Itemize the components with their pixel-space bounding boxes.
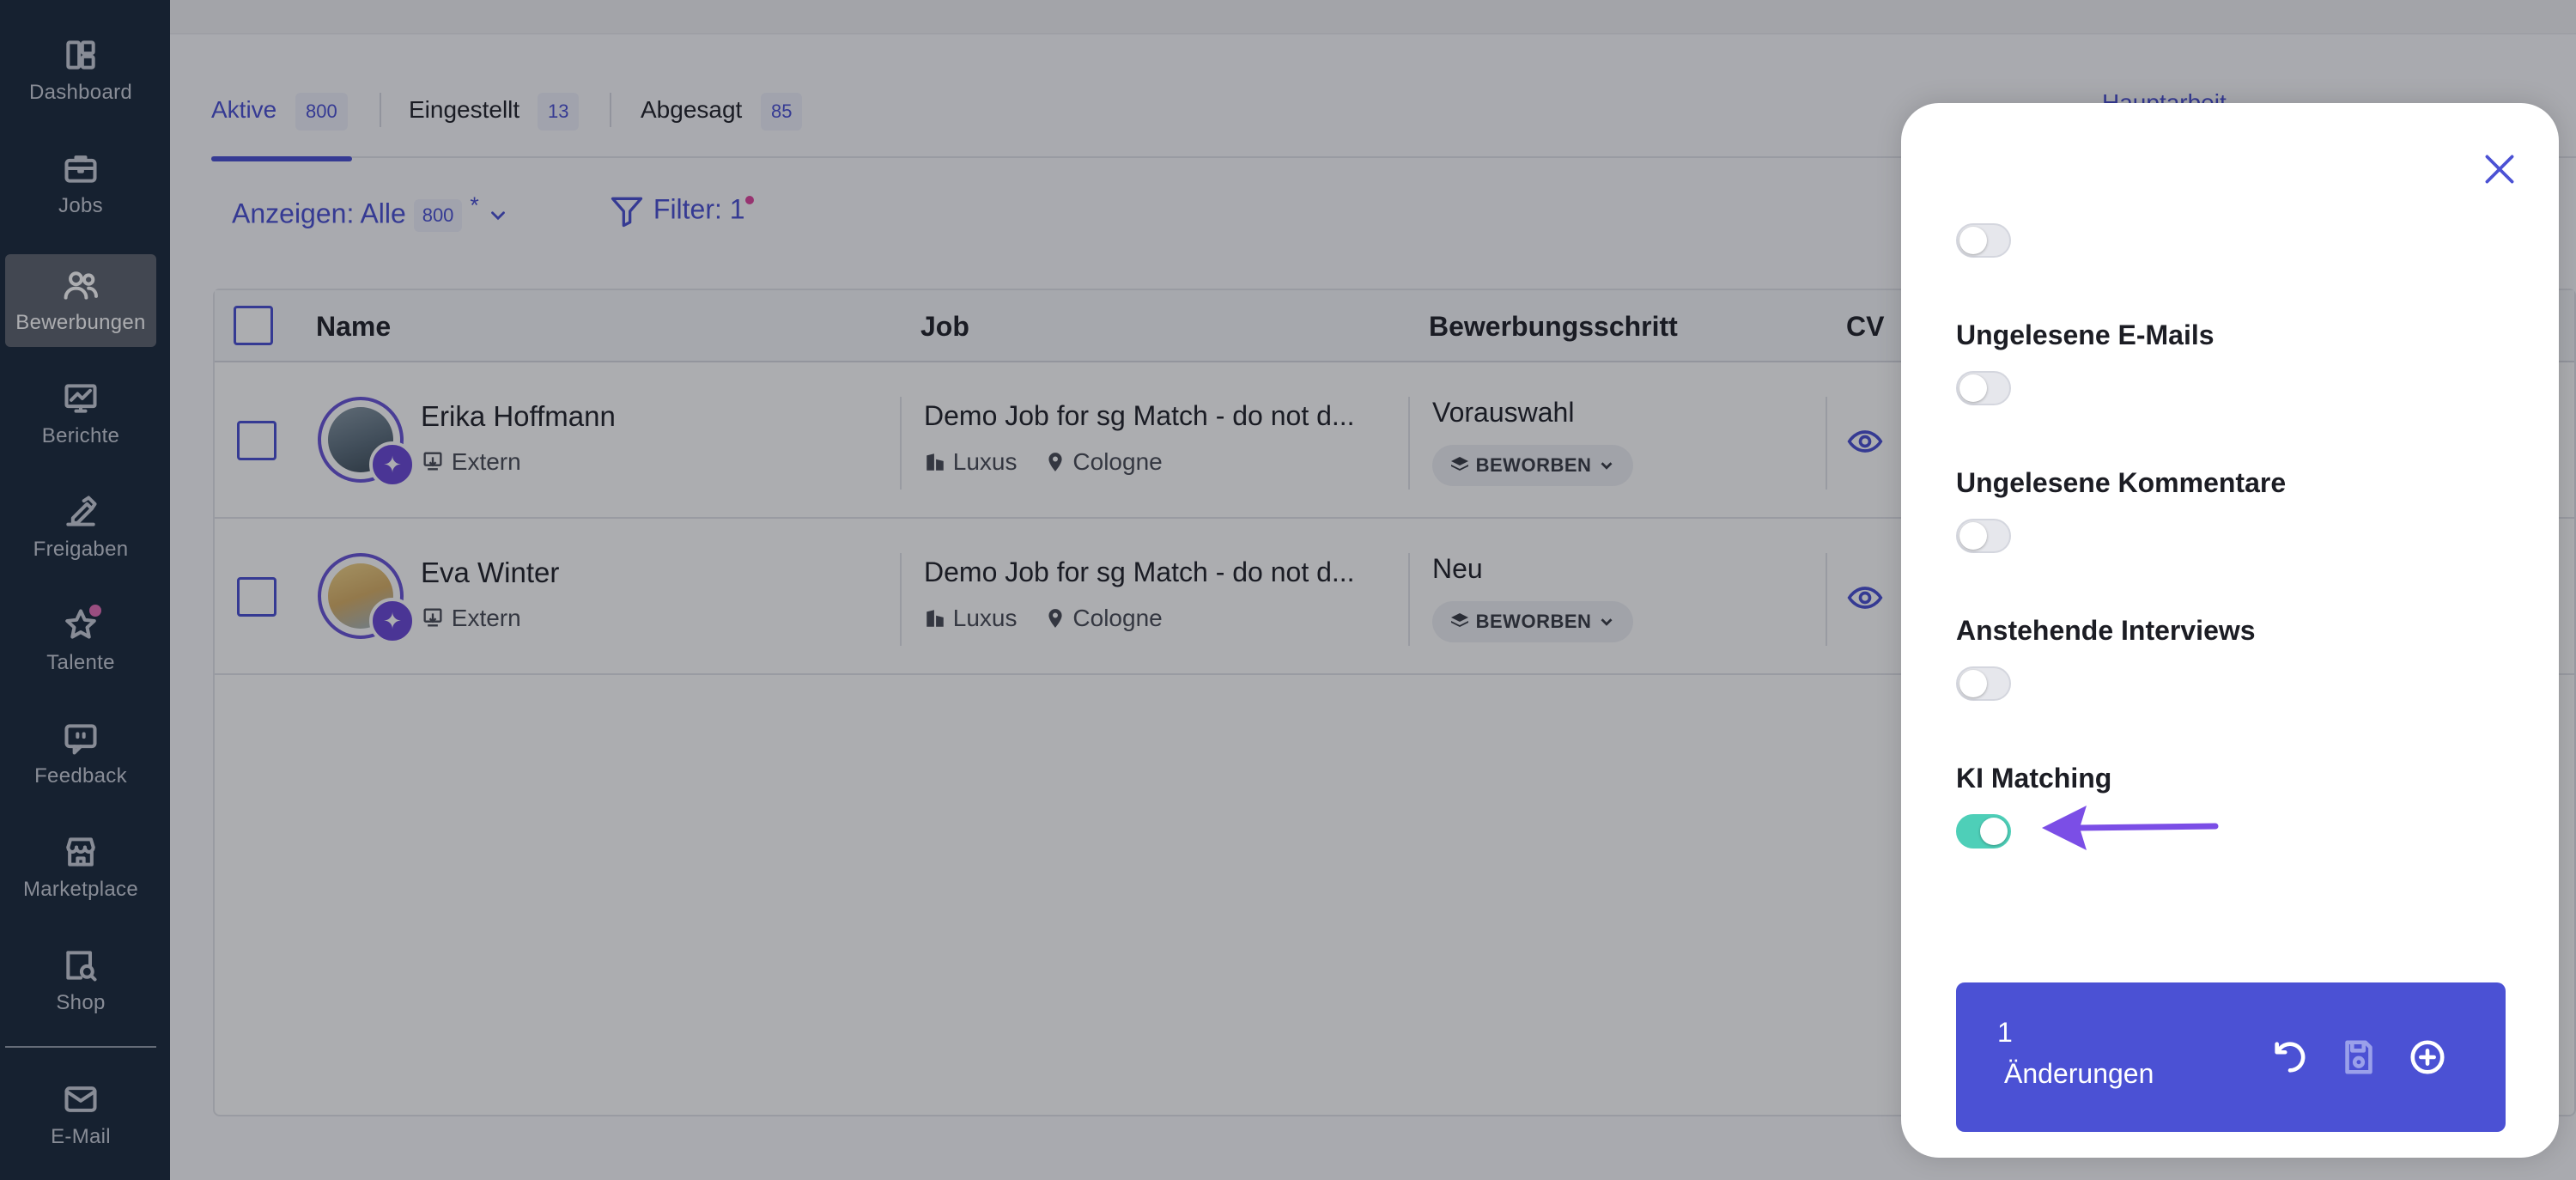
toggle-knob: [1959, 522, 1987, 550]
toggle-unread-emails[interactable]: [1956, 371, 2011, 405]
toggle-option-hidden[interactable]: [1956, 223, 2011, 258]
filter-drawer: Ungelesene E-Mails Ungelesene Kommentare…: [1901, 103, 2559, 1158]
toggle-knob: [1959, 227, 1987, 254]
plus-circle-icon: [2410, 1040, 2445, 1074]
undo-button[interactable]: [2270, 1037, 2310, 1077]
toggle-knob: [1959, 374, 1987, 402]
changes-count: 1: [1997, 1017, 2013, 1048]
toggle-upcoming-interviews[interactable]: [1956, 666, 2011, 701]
arrow-annotation-icon: [2042, 806, 2219, 850]
option-label-upcoming-interviews: Anstehende Interviews: [1956, 615, 2256, 646]
add-button[interactable]: [2408, 1037, 2447, 1077]
option-label-unread-emails: Ungelesene E-Mails: [1956, 319, 2215, 350]
undo-icon: [2275, 1042, 2306, 1073]
toggle-knob: [1959, 670, 1987, 697]
close-icon[interactable]: [2478, 148, 2521, 191]
pending-changes-bar: 1 Änderungen: [1956, 982, 2506, 1132]
save-button[interactable]: [2339, 1037, 2379, 1077]
option-label-unread-comments: Ungelesene Kommentare: [1956, 467, 2287, 498]
toggle-ai-matching[interactable]: [1956, 814, 2011, 849]
toggle-unread-comments[interactable]: [1956, 519, 2011, 553]
option-label-ai-matching: KI Matching: [1956, 763, 2112, 794]
changes-label: Änderungen: [2004, 1058, 2154, 1089]
toggle-knob: [1980, 818, 2008, 845]
save-icon: [2345, 1040, 2372, 1074]
